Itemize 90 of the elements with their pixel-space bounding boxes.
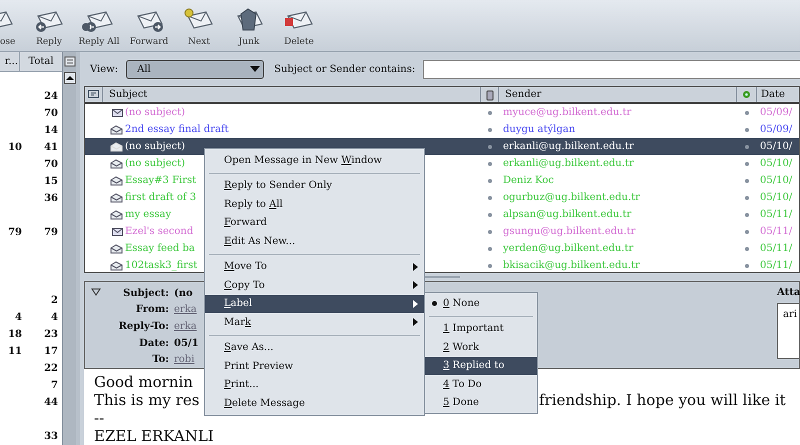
total-count: 7 xyxy=(51,380,58,391)
menu-item[interactable]: 4 To Do xyxy=(425,375,537,394)
attachment-item[interactable]: ari xyxy=(783,309,797,320)
unread-count: 4 xyxy=(15,312,22,323)
menu-item[interactable]: Copy To xyxy=(205,276,424,294)
total-count: 22 xyxy=(44,363,58,374)
header-label: Subject: xyxy=(122,286,169,301)
toolbar-button[interactable]: Reply All xyxy=(74,6,124,48)
search-label: Subject or Sender contains: xyxy=(274,62,416,76)
header-link[interactable]: erka xyxy=(174,302,197,318)
view-dropdown[interactable]: All xyxy=(126,60,264,78)
total-count: 70 xyxy=(44,159,58,170)
menu-item[interactable]: 0 None xyxy=(425,294,537,312)
header-label: From: xyxy=(134,303,169,318)
menu-item[interactable]: Open Message in New Window xyxy=(205,151,424,170)
toolbar-button[interactable]: Junk xyxy=(224,6,274,48)
menu-item[interactable]: Mark xyxy=(205,313,424,332)
header-link[interactable]: erka xyxy=(174,318,197,334)
submenu-arrow-icon xyxy=(413,318,418,326)
toolbar-button[interactable]: Reply xyxy=(24,6,74,48)
menu-item[interactable]: Forward xyxy=(205,214,424,232)
column-header[interactable]: Date xyxy=(757,87,799,102)
submenu-arrow-icon xyxy=(413,300,418,308)
total-count: 41 xyxy=(44,142,58,153)
caret-icon xyxy=(250,66,260,72)
total-count: 24 xyxy=(44,91,58,102)
header-label: Date: xyxy=(138,336,169,351)
menu-item[interactable]: 3 Replied to xyxy=(425,356,537,375)
header-link[interactable]: robi xyxy=(174,352,194,368)
unread-count: 79 xyxy=(8,227,22,238)
total-count: 2 xyxy=(51,295,58,306)
total-count: 23 xyxy=(44,329,58,340)
subject-cell[interactable]: (no subject) xyxy=(125,141,186,152)
date-cell[interactable]: 05/10/ xyxy=(760,141,792,152)
unread-count: 10 xyxy=(8,142,22,153)
toolbar-button[interactable]: Delete xyxy=(274,6,324,48)
view-label: View: xyxy=(90,62,118,76)
collapse-triangle-icon[interactable] xyxy=(91,288,101,296)
menu-item[interactable]: Delete Message xyxy=(205,394,424,412)
menu-item[interactable]: Move To xyxy=(205,258,424,276)
toolbar-button[interactable]: ose xyxy=(0,6,24,48)
sender-cell[interactable]: duygu atýlgan xyxy=(503,124,576,135)
menu-item[interactable]: Print Preview xyxy=(205,357,424,376)
body-text: -- xyxy=(94,409,104,427)
total-count: 15 xyxy=(44,176,58,187)
submenu-arrow-icon xyxy=(413,262,418,271)
column-picker-icon[interactable] xyxy=(64,55,76,69)
scrollbar[interactable] xyxy=(62,52,76,445)
menu-item[interactable]: Reply to All xyxy=(205,195,424,214)
total-count: 4 xyxy=(51,312,58,323)
unread-count: 11 xyxy=(8,346,22,357)
menu-item[interactable]: Edit As New... xyxy=(205,232,424,250)
total-count: 70 xyxy=(44,108,58,119)
submenu-arrow-icon xyxy=(413,281,418,290)
column-header[interactable]: Subject xyxy=(103,87,481,102)
column-header[interactable]: r... xyxy=(0,52,20,71)
total-count: 36 xyxy=(44,193,58,204)
menu-item[interactable]: Label xyxy=(205,294,424,313)
menu-item[interactable]: Reply to Sender Only xyxy=(205,176,424,195)
search-field[interactable] xyxy=(423,60,800,78)
total-count: 44 xyxy=(44,397,58,408)
body-text: friendship. I hope you will like it xyxy=(539,391,786,409)
toolbar-button[interactable]: Forward xyxy=(124,6,174,48)
header-label: Reply-To: xyxy=(118,320,169,334)
thread-icon[interactable] xyxy=(88,90,99,100)
body-text: Good mornin xyxy=(94,373,193,391)
total-count: 14 xyxy=(44,125,58,136)
date-cell[interactable]: 05/09/ xyxy=(760,124,792,135)
total-count: 17 xyxy=(44,346,58,357)
header-label: To: xyxy=(151,353,169,368)
sender-cell[interactable]: erkanli@ug.bilkent.edu.tr xyxy=(503,141,634,152)
subject-cell[interactable]: 2nd essay final draft xyxy=(125,124,229,135)
header-value: 05/1 xyxy=(174,336,199,351)
menu-item[interactable]: Save As... xyxy=(205,338,424,357)
total-count: 33 xyxy=(44,431,58,442)
total-count: 79 xyxy=(44,227,58,238)
column-header[interactable]: Sender xyxy=(499,87,737,102)
body-text: This is my res xyxy=(94,391,200,409)
scroll-up-icon[interactable] xyxy=(64,72,76,84)
menu-item[interactable]: 1 Important xyxy=(425,320,537,338)
body-text: EZEL ERKANLI xyxy=(94,427,214,445)
unread-count: 18 xyxy=(8,329,22,340)
menu-item[interactable]: Print... xyxy=(205,376,424,394)
toolbar-button[interactable]: Next xyxy=(174,6,224,48)
header-value: (no xyxy=(174,286,193,301)
paperclip-icon[interactable] xyxy=(486,88,494,100)
column-header[interactable]: Total xyxy=(20,52,62,71)
menu-item[interactable]: 2 Work xyxy=(425,338,537,356)
gear-icon[interactable] xyxy=(742,90,751,99)
menu-item[interactable]: 5 Done xyxy=(425,394,537,412)
